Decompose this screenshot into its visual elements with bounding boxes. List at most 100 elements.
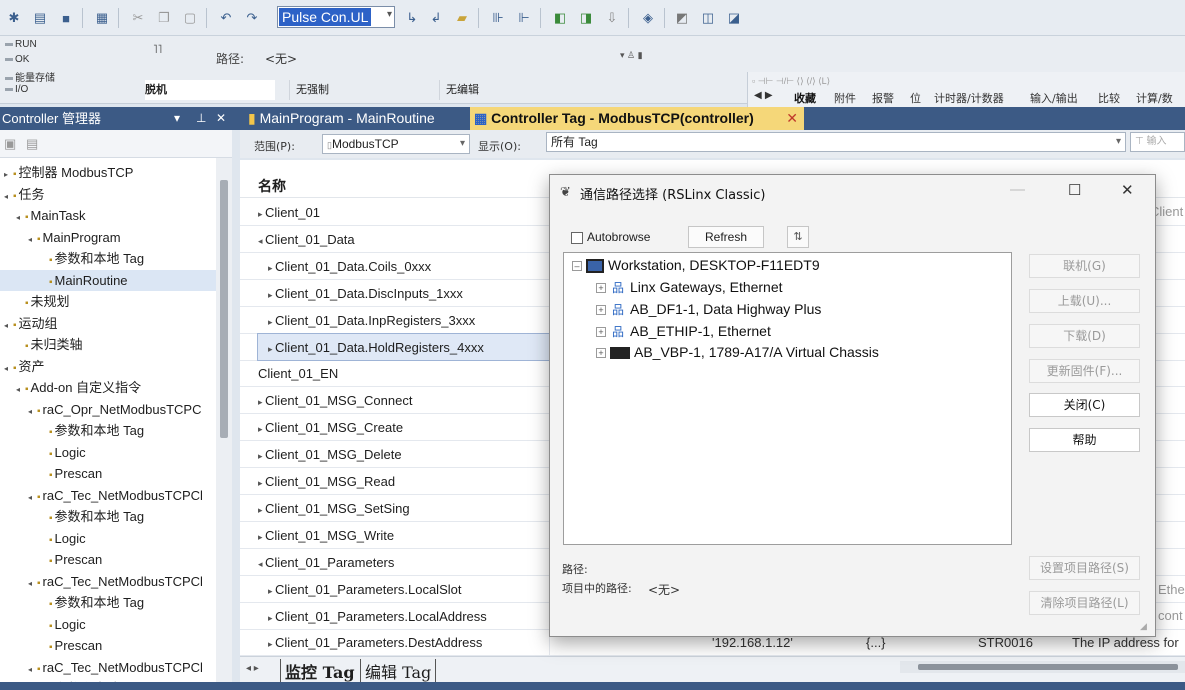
maximize-icon[interactable]: ☐ [1068,181,1081,199]
network-icon[interactable]: ◈ [638,8,658,28]
expand-icon[interactable]: + [596,348,606,359]
row-expand-icon[interactable]: ▸ [268,344,275,354]
dropdown-icon[interactable]: ▾ [174,107,180,130]
instr-tab-attachment[interactable]: 附件 [834,90,856,106]
expand-toggle-icon[interactable]: ◂ [4,358,13,379]
tag-name[interactable]: ▸ Client_01_Data.HoldRegisters_4xxx [257,332,551,361]
tree-item[interactable]: ◂ ▪ Add-on 自定义指令 [16,377,141,398]
expand-toggle-icon[interactable]: ◂ [28,487,37,508]
horizontal-scrollbar[interactable] [900,661,1185,673]
configure-icon[interactable]: ⇅ [787,226,809,248]
tree-item[interactable]: ◂ ▪ MainProgram [28,227,121,248]
expand-toggle-icon[interactable]: ◂ [28,229,37,250]
tree-item[interactable]: ▪参数和本地 Tag [40,592,144,613]
update-firmware-button[interactable]: 更新固件(F)... [1029,359,1140,383]
tree-node-workstation[interactable]: – Workstation, DESKTOP-F11EDT9 [572,255,820,275]
tree-item[interactable]: ◂ ▪ raC_Tec_NetModbusTCPCl [28,571,203,592]
tag-name[interactable]: ▸ Client_01_Parameters.LocalSlot [258,576,550,602]
expand-toggle-icon[interactable]: ◂ [28,401,37,422]
tree-scrollbar[interactable] [216,158,232,690]
tree-item[interactable]: ▪参数和本地 Tag [40,506,144,527]
print-icon[interactable]: ▦ [92,8,112,28]
row-expand-icon[interactable]: ◂ [258,236,265,246]
tag-name[interactable]: ▸ Client_01_MSG_Create [258,414,550,440]
tree-item[interactable]: ◂ ▪ MainTask [16,205,85,226]
upload-button[interactable]: 上载(U)... [1029,289,1140,313]
set-project-path-button[interactable]: 设置项目路径(S) [1029,556,1140,580]
name-column-header[interactable]: 名称 [258,176,286,196]
instr-tab-timer[interactable]: 计时器/计数器 [934,90,1004,106]
tab-main-routine[interactable]: ▮ MainProgram - MainRoutine [244,107,474,130]
tree-node-ab-ethip[interactable]: + 品 AB_ETHIP-1, Ethernet [596,321,771,341]
tree-node-linx-gateways[interactable]: + 品 Linx Gateways, Ethernet [596,277,783,297]
tag-name[interactable]: ▸ Client_01_Data.InpRegisters_3xxx [258,307,550,333]
tag-name[interactable]: ▸ Client_01 [258,199,550,225]
redo-icon[interactable]: ↷ [242,8,262,28]
tag-name[interactable]: ▸ Client_01_MSG_Delete [258,441,550,467]
verify-controller-icon[interactable]: ◨ [576,8,596,28]
tag-name[interactable]: ▸ Client_01_Data.Coils_0xxx [258,253,550,279]
expand-toggle-icon[interactable]: ▸ [4,164,13,185]
row-expand-icon[interactable]: ▸ [268,290,275,300]
instr-tab-alarm[interactable]: 报警 [872,90,894,106]
properties-icon[interactable]: ◩ [672,8,692,28]
routine-select[interactable]: Pulse Con.UL ▾ [277,6,395,28]
tag-name[interactable]: ▸ Client_01_Data.DiscInputs_1xxx [258,280,550,306]
refresh-button[interactable]: Refresh [688,226,764,248]
row-expand-icon[interactable]: ▸ [258,424,265,434]
instr-tab-bit[interactable]: 位 [910,90,921,106]
tree-item[interactable]: ▪ Logic [40,614,86,635]
scope-select[interactable]: ▯ModbusTCP ▾ [322,134,470,154]
tree-item[interactable]: ◂ ▪ raC_Tec_NetModbusTCPCl [28,485,203,506]
expand-icon[interactable]: + [596,305,606,316]
row-expand-icon[interactable]: ▸ [258,209,265,219]
online-button[interactable]: 联机(G) [1029,254,1140,278]
row-expand-icon[interactable]: ▸ [258,505,265,515]
expand-icon[interactable]: + [596,283,606,294]
new-icon[interactable]: ✱ [4,8,24,28]
tag-name[interactable]: ▸ Client_01_Parameters.LocalAddress [258,603,550,629]
instr-tab-favorites[interactable]: 收藏 [794,90,816,106]
expand-toggle-icon[interactable]: ◂ [16,207,25,228]
cut-icon[interactable]: ✂ [128,8,148,28]
download-icon[interactable]: ⇩ [602,8,622,28]
expand-icon[interactable]: + [596,327,606,338]
ladder-icon[interactable]: ⊪ [488,8,508,28]
path-tool-icon[interactable]: ▾ ♙ ▮ [620,50,643,61]
instr-tab-compute[interactable]: 计算/数 [1136,90,1173,106]
show-select[interactable]: 所有 Tag ▾ [546,132,1126,152]
copy-icon[interactable]: ❐ [154,8,174,28]
tree-item[interactable]: ◂ ▪ 任务 [4,184,45,205]
expand-toggle-icon[interactable]: ◂ [16,379,25,400]
close-button[interactable]: 关闭(C) [1029,393,1140,417]
tree-item[interactable]: ▪ Logic [40,442,86,463]
row-expand-icon[interactable]: ▸ [268,639,275,649]
download-button[interactable]: 下载(D) [1029,324,1140,348]
tree-item[interactable]: ▪ Prescan [40,635,102,656]
tree-item[interactable]: ▸ ▪ 控制器 ModbusTCP [4,162,133,183]
row-expand-icon[interactable]: ▸ [268,613,275,623]
row-expand-icon[interactable]: ▸ [258,451,265,461]
expand-toggle-icon[interactable]: ◂ [28,659,37,680]
left-arrow-icon[interactable]: ◀ ▶ [754,90,773,101]
tree-item[interactable]: ◂ ▪ raC_Opr_NetModbusTCPC [28,399,202,420]
tag-name[interactable]: ▸ Client_01_MSG_Connect [258,387,550,413]
row-expand-icon[interactable]: ▸ [268,586,275,596]
organizer-tool-icon[interactable]: ▣ [4,136,16,152]
tree-node-ab-df1[interactable]: + 品 AB_DF1-1, Data Highway Plus [596,299,821,319]
autobrowse-checkbox[interactable]: Autobrowse [571,230,650,244]
tab-edit-tag[interactable]: 编辑 Tag [360,659,437,683]
row-expand-icon[interactable]: ◂ [258,559,265,569]
tab-nav-arrows-icon[interactable]: ◂ ▸ [246,663,259,674]
tag-name[interactable]: ▸ Client_01_MSG_Write [258,522,550,548]
instr-tab-io[interactable]: 输入/输出 [1030,90,1078,106]
undo-icon[interactable]: ↶ [216,8,236,28]
row-expand-icon[interactable]: ▸ [258,478,265,488]
verify-icon[interactable]: ◧ [550,8,570,28]
tab-monitor-tag[interactable]: 监控 Tag [280,659,359,683]
close-icon[interactable]: ✕ [1121,181,1134,199]
row-expand-icon[interactable]: ▸ [268,263,275,273]
cross-reference-icon[interactable]: ▰ [452,8,472,28]
tree-item[interactable]: ▪ Prescan [40,463,102,484]
paste-icon[interactable]: ▢ [180,8,200,28]
